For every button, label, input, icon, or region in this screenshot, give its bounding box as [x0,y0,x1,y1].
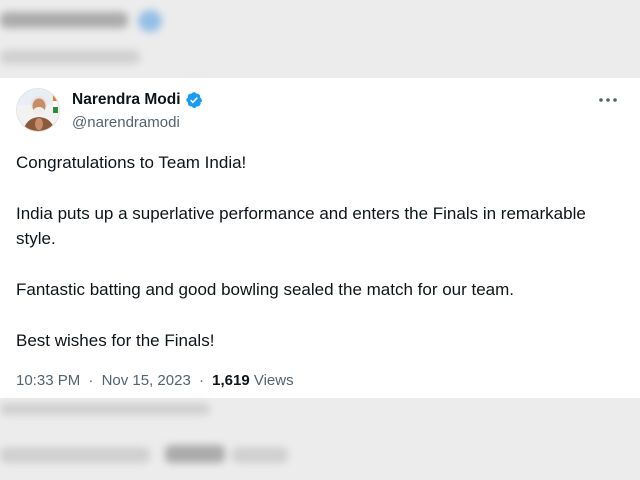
tweet-paragraph: India puts up a superlative performance … [16,204,586,248]
more-horizontal-icon [599,98,617,102]
tweet-paragraph: Congratulations to Team India! [16,153,247,172]
views-count[interactable]: 1,619 [212,372,250,389]
screenshot-stage: Narendra Modi @narendramodi Congratulati… [0,0,640,480]
verified-badge-icon[interactable] [185,91,203,109]
more-options-button[interactable] [596,90,620,110]
tweet-card[interactable]: Narendra Modi @narendramodi Congratulati… [0,78,640,398]
blurred-following-content [0,395,640,480]
author-name-row[interactable]: Narendra Modi [72,91,203,109]
blurred-previous-tweet [0,0,640,80]
tweet-paragraph: Fantastic batting and good bowling seale… [16,280,515,299]
tweet-paragraph: Best wishes for the Finals! [16,331,215,350]
meta-separator: · [198,372,204,389]
tweet-date[interactable]: Nov 15, 2023 [102,372,191,389]
author-display-name[interactable]: Narendra Modi [72,91,181,109]
views-label: Views [253,372,294,389]
author-handle[interactable]: @narendramodi [72,114,180,131]
tweet-text: Congratulations to Team India! India put… [16,150,616,379]
avatar-portrait-icon [17,89,59,131]
meta-separator: · [88,372,94,389]
tweet-meta: 10:33 PM · Nov 15, 2023 · 1,619 Views [16,372,294,389]
avatar[interactable] [16,88,60,132]
tweet-time[interactable]: 10:33 PM [16,372,80,389]
